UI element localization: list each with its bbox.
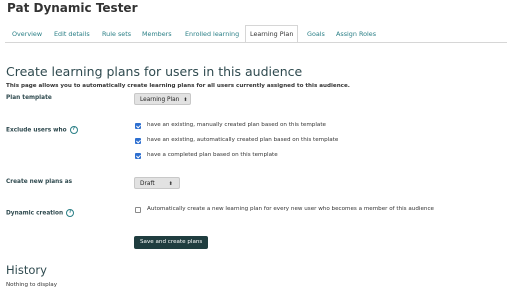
new-plans-status-select[interactable]: Draft ⬍	[134, 177, 180, 189]
tab-members[interactable]: Members	[142, 26, 172, 42]
help-question-icon[interactable]: ?	[69, 126, 78, 134]
new-plans-status-value: Draft	[140, 181, 155, 187]
plan-template-label: Plan template	[6, 95, 52, 101]
tab-divider	[5, 42, 507, 43]
page-description: This page allows you to automatically cr…	[6, 83, 350, 89]
plan-template-select[interactable]: Learning Plan ⬍	[134, 93, 191, 105]
exclude-manual-checkbox[interactable]	[135, 123, 141, 129]
exclude-completed-checkbox[interactable]	[135, 153, 141, 159]
tab-goals[interactable]: Goals	[307, 26, 325, 42]
new-plans-as-label: Create new plans as	[6, 179, 73, 185]
tab-edit-details[interactable]: Edit details	[54, 26, 90, 42]
dropdown-caret-icon: ⬍	[168, 181, 173, 187]
dynamic-creation-label-text: Dynamic creation	[6, 210, 64, 217]
tab-enrolled-learning[interactable]: Enrolled learning	[185, 26, 239, 42]
page-title: Pat Dynamic Tester	[7, 1, 138, 15]
history-empty-text: Nothing to display	[6, 282, 58, 288]
help-question-icon[interactable]: ?	[66, 209, 75, 217]
dynamic-creation-label: Dynamic creation?	[6, 209, 75, 217]
history-heading: History	[6, 263, 47, 277]
dynamic-creation-checkbox[interactable]	[135, 207, 141, 213]
exclude-completed-text: have a completed plan based on this temp…	[147, 152, 278, 158]
dynamic-creation-text: Automatically create a new learning plan…	[147, 206, 434, 212]
plan-template-value: Learning Plan	[140, 97, 180, 103]
tab-learning-plan[interactable]: Learning Plan	[245, 25, 299, 43]
exclude-automatic-checkbox[interactable]	[135, 138, 141, 144]
tab-assign-roles[interactable]: Assign Roles	[336, 26, 376, 42]
section-heading: Create learning plans for users in this …	[6, 64, 303, 79]
exclude-users-label: Exclude users who?	[6, 126, 78, 134]
tab-rule-sets[interactable]: Rule sets	[102, 26, 131, 42]
exclude-automatic-text: have an existing, automatically created …	[147, 137, 339, 143]
tab-overview[interactable]: Overview	[12, 26, 42, 42]
exclude-manual-text: have an existing, manually created plan …	[147, 122, 326, 128]
exclude-users-label-text: Exclude users who	[6, 127, 67, 134]
tab-bar: Overview Edit details Rule sets Members …	[5, 25, 507, 43]
dropdown-caret-icon: ⬍	[183, 97, 188, 103]
save-and-create-plans-button[interactable]: Save and create plans	[134, 236, 209, 249]
